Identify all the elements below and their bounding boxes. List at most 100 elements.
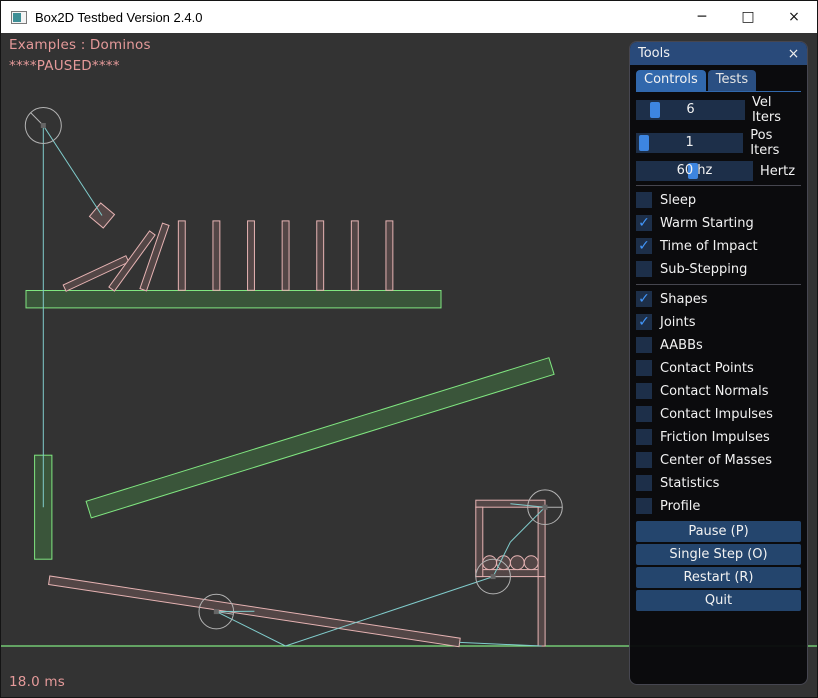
slider-row-vel-iters: 6 Vel Iters: [636, 95, 801, 125]
dynamic-body: [213, 221, 220, 290]
checkbox[interactable]: [636, 452, 652, 468]
tools-panel: Tools × Controls Tests 6 Vel Iters 1 Pos Ite…: [629, 41, 808, 685]
slider-label: Pos Iters: [750, 128, 801, 158]
checkbox[interactable]: [636, 383, 652, 399]
tools-panel-title: Tools: [638, 46, 670, 61]
checkbox[interactable]: [636, 498, 652, 514]
checkbox-checked[interactable]: ✓: [636, 215, 652, 231]
checkbox-label: Time of Impact: [660, 239, 758, 254]
dynamic-body: [524, 556, 538, 570]
os-titlebar[interactable]: Box2D Testbed Version 2.4.0 ─ □ ×: [1, 1, 817, 33]
checkbox-row-time-of-impact: ✓ Time of Impact: [636, 238, 801, 254]
dynamic-body: [282, 221, 289, 290]
quit-button[interactable]: Quit: [636, 590, 801, 611]
slider-label: Hertz: [760, 164, 795, 179]
tab-label: Controls: [644, 72, 698, 87]
minimize-button[interactable]: ─: [679, 1, 725, 33]
pause-button[interactable]: Pause (P): [636, 521, 801, 542]
checkbox-checked[interactable]: ✓: [636, 291, 652, 307]
checkbox-label: Shapes: [660, 292, 707, 307]
separator: [636, 185, 801, 186]
checkmark-icon: ✓: [638, 291, 650, 307]
checkbox-row-sub-stepping: Sub-Stepping: [636, 261, 801, 277]
tab-bar: Controls Tests: [636, 70, 801, 92]
close-icon: ×: [788, 9, 800, 25]
dynamic-body: [386, 221, 393, 290]
checkbox-label: Contact Impulses: [660, 407, 773, 422]
paused-label: ****PAUSED****: [9, 58, 120, 74]
dynamic-body: [178, 221, 185, 290]
window-title: Box2D Testbed Version 2.4.0: [35, 10, 202, 25]
panel-body: Controls Tests 6 Vel Iters 1 Pos Iters 60 hz H…: [630, 65, 807, 611]
joint-anchor-point: [491, 574, 496, 579]
test-name-label: Examples : Dominos: [9, 37, 151, 53]
checkbox-row-contact-impulses: Contact Impulses: [636, 406, 801, 422]
close-button[interactable]: ×: [771, 1, 817, 33]
checkbox-label: Contact Points: [660, 361, 754, 376]
checkbox-group: Sleep ✓ Warm Starting ✓ Time of Impact Sub-St…: [636, 192, 801, 514]
checkbox-row-friction-impulses: Friction Impulses: [636, 429, 801, 445]
slider-track[interactable]: 60 hz: [636, 161, 753, 181]
window-controls: ─ □ ×: [679, 1, 817, 33]
checkbox[interactable]: [636, 261, 652, 277]
checkbox[interactable]: [636, 475, 652, 491]
checkmark-icon: ✓: [638, 215, 650, 231]
joint-line: [43, 126, 102, 216]
checkbox-row-joints: ✓Joints: [636, 314, 801, 330]
static-body: [86, 358, 554, 518]
action-buttons: Pause (P)Single Step (O)Restart (R)Quit: [636, 521, 801, 611]
checkbox[interactable]: [636, 429, 652, 445]
static-body: [26, 291, 441, 308]
slider-value: 1: [636, 133, 743, 153]
dynamic-body: [538, 507, 545, 576]
dynamic-body: [483, 556, 497, 570]
app-icon: [11, 11, 27, 24]
dynamic-body: [140, 223, 169, 291]
checkbox-row-contact-normals: Contact Normals: [636, 383, 801, 399]
dynamic-body: [351, 221, 358, 290]
box2d-testbed-window: Box2D Testbed Version 2.4.0 ─ □ × Examples…: [0, 0, 818, 698]
maximize-button[interactable]: □: [725, 1, 771, 33]
slider-label: Vel Iters: [752, 95, 801, 125]
slider-track[interactable]: 6: [636, 100, 745, 120]
slider-row-pos-iters: 1 Pos Iters: [636, 128, 801, 158]
checkbox-label: Contact Normals: [660, 384, 769, 399]
maximize-icon: □: [741, 9, 754, 25]
checkbox-row-shapes: ✓ Shapes: [636, 291, 801, 307]
checkbox-row-aabbs: AABBs: [636, 337, 801, 353]
checkbox-row-contact-points: Contact Points: [636, 360, 801, 376]
slider-group: 6 Vel Iters 1 Pos Iters 60 hz Hertz: [636, 95, 801, 181]
tab-controls[interactable]: Controls: [636, 70, 706, 91]
checkbox[interactable]: [636, 192, 652, 208]
checkbox[interactable]: [636, 360, 652, 376]
checkbox-label: Warm Starting: [660, 216, 754, 231]
slider-row-hertz: 60 hz Hertz: [636, 161, 801, 181]
checkbox-label: Sub-Stepping: [660, 262, 747, 277]
dynamic-body: [248, 221, 255, 290]
checkbox-label: Friction Impulses: [660, 430, 770, 445]
tab-tests[interactable]: Tests: [708, 70, 756, 91]
checkbox-row-profile: Profile: [636, 498, 801, 514]
checkbox[interactable]: [636, 406, 652, 422]
panel-close-icon[interactable]: ×: [784, 44, 803, 63]
checkbox-label: Center of Masses: [660, 453, 772, 468]
joint-anchor-point: [214, 609, 219, 614]
slider-track[interactable]: 1: [636, 133, 743, 153]
checkbox-row-sleep: Sleep: [636, 192, 801, 208]
single-button[interactable]: Single Step (O): [636, 544, 801, 565]
tools-panel-titlebar[interactable]: Tools ×: [630, 42, 807, 65]
tab-label: Tests: [716, 72, 748, 87]
checkbox-checked[interactable]: ✓: [636, 314, 652, 330]
restart-button[interactable]: Restart (R): [636, 567, 801, 588]
dynamic-body: [317, 221, 324, 290]
checkbox-checked[interactable]: ✓: [636, 238, 652, 254]
frame-time-label: 18.0 ms: [9, 674, 65, 690]
checkbox-row-warm-starting: ✓ Warm Starting: [636, 215, 801, 231]
checkbox-label: Sleep: [660, 193, 696, 208]
checkmark-icon: ✓: [638, 314, 650, 330]
checkbox-row-statistics: Statistics: [636, 475, 801, 491]
minimize-icon: ─: [698, 9, 706, 25]
slider-value: 60 hz: [636, 161, 753, 181]
checkbox-row-center-of-masses: Center of Masses: [636, 452, 801, 468]
checkbox[interactable]: [636, 337, 652, 353]
